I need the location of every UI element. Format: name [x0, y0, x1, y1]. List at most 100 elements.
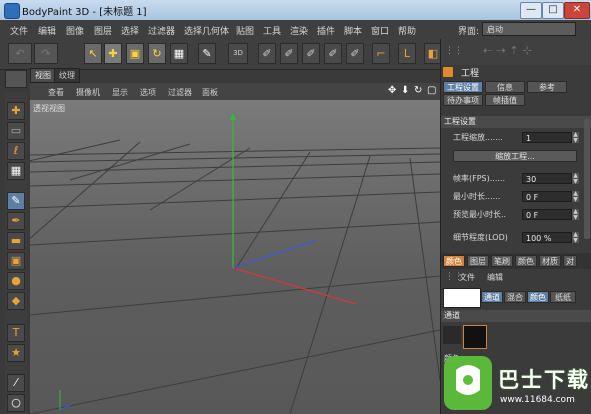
sponge-icon[interactable]: ○	[7, 394, 25, 412]
vp-menu-options[interactable]: 选项	[140, 87, 156, 98]
move-icon[interactable]: ✚	[104, 43, 122, 64]
stamp-icon[interactable]: T	[7, 324, 25, 342]
project-scale-input[interactable]: 1	[522, 132, 572, 143]
stepper-icon[interactable]: ▲ ▼	[572, 209, 579, 221]
star-icon[interactable]: ★	[7, 344, 25, 362]
menu-script[interactable]: 脚本	[344, 24, 362, 37]
min-time-input[interactable]: 0 F	[522, 191, 572, 202]
menu-help[interactable]: 帮助	[398, 24, 416, 37]
menu-render[interactable]: 渲染	[290, 24, 308, 37]
tab-color[interactable]: 颜色	[443, 255, 465, 267]
stepper-icon[interactable]: ▲ ▼	[572, 173, 579, 185]
color-menu-file[interactable]: 文件	[459, 272, 475, 283]
layout-select[interactable]: 启动	[482, 22, 576, 36]
perspective-viewport[interactable]: 透视视图	[30, 100, 440, 414]
blend-tab[interactable]: 混合	[504, 291, 526, 303]
paper-tab[interactable]: 纸纸	[550, 291, 576, 303]
menu-select[interactable]: 选择	[121, 24, 139, 37]
brush-icon[interactable]: ✐	[302, 43, 320, 64]
menu-image[interactable]: 图像	[66, 24, 84, 37]
vp-menu-view[interactable]: 查看	[48, 87, 64, 98]
undo-icon[interactable]: ↶	[8, 43, 32, 64]
checker-icon[interactable]: ▦	[7, 162, 25, 180]
fill-icon[interactable]: ▣	[7, 252, 25, 270]
dolly-icon[interactable]: ⬇	[401, 85, 409, 96]
close-button[interactable]: ✕	[564, 2, 590, 19]
bodypaint-3d-icon[interactable]: 3D	[228, 43, 248, 64]
tab-view[interactable]: 视图	[30, 68, 56, 83]
viewport-menu: 查看 摄像机 显示 选项 过滤器 面板 ✥ ⬇ ↻ ▢	[30, 83, 440, 101]
menu-select-geometry[interactable]: 选择几何体	[184, 24, 229, 37]
eraser-icon[interactable]: ▬	[7, 232, 25, 250]
pen-icon[interactable]: ✒	[7, 212, 25, 230]
brush-icon[interactable]: ✐	[280, 43, 298, 64]
vp-menu-camera[interactable]: 摄像机	[76, 87, 100, 98]
vp-menu-panel[interactable]: 面板	[202, 87, 218, 98]
tab-materials[interactable]: 材质	[539, 255, 561, 267]
maximize-view-icon[interactable]: ▢	[427, 85, 436, 96]
color-menu-edit[interactable]: 编辑	[487, 272, 503, 283]
panel-tools-icon[interactable]: ⇠⇢⇡⊹	[483, 44, 536, 57]
menu-file[interactable]: 文件	[10, 24, 28, 37]
brush-icon[interactable]: ⌐	[372, 43, 390, 64]
project-icon	[443, 67, 453, 77]
lod-row: 细节程度(LOD) 100 % ▲ ▼	[441, 231, 586, 244]
minimize-button[interactable]: —	[520, 2, 542, 19]
menu-filter[interactable]: 过滤器	[148, 24, 175, 37]
scale-icon[interactable]: ▣	[126, 43, 144, 64]
lasso-icon[interactable]: ℓ	[7, 142, 25, 160]
layout-label: 界面:	[458, 27, 480, 37]
tab-brushes[interactable]: 笔刷	[491, 255, 513, 267]
menu-edit[interactable]: 编辑	[38, 24, 56, 37]
stepper-icon[interactable]: ▲ ▼	[572, 191, 579, 203]
checker-icon[interactable]: ▦	[170, 43, 188, 64]
tab-object[interactable]: 对	[563, 255, 577, 267]
lod-input[interactable]: 100 %	[522, 232, 572, 243]
move-icon[interactable]: ✚	[7, 102, 25, 120]
stepper-icon[interactable]: ▲ ▼	[572, 232, 579, 244]
stepper-icon[interactable]: ▲ ▼	[572, 132, 579, 144]
menu-layer[interactable]: 图层	[94, 24, 112, 37]
tab-project-settings[interactable]: 工程设置	[443, 81, 483, 93]
tab-layers[interactable]: 图层	[467, 255, 489, 267]
fps-input[interactable]: 30	[522, 173, 572, 184]
brush-icon[interactable]: ✎	[7, 192, 25, 210]
tab-info[interactable]: 信息	[485, 81, 525, 93]
rotate-icon[interactable]: ↻	[148, 43, 166, 64]
color-swatch[interactable]	[443, 288, 481, 308]
paint-setup-icon[interactable]: ✎	[198, 43, 216, 64]
move-arrow-icon[interactable]: ↖	[84, 43, 102, 64]
color-tab[interactable]: 颜色	[527, 291, 549, 303]
rotate-view-icon[interactable]: ↻	[414, 85, 422, 96]
properties-header: 工程	[461, 69, 480, 79]
maximize-button[interactable]: □	[542, 2, 564, 19]
drop-icon[interactable]: ●	[7, 272, 25, 290]
panel-toolbar: ⋮⋮ ⇠⇢⇡⊹	[441, 39, 591, 65]
tab-todo[interactable]: 待办事项	[443, 94, 483, 106]
tab-colors[interactable]: 颜色	[515, 255, 537, 267]
brush-icon[interactable]: ✐	[324, 43, 342, 64]
section-project-settings: 工程设置	[441, 116, 591, 128]
channel-tab[interactable]: 通道	[481, 291, 503, 303]
menu-window[interactable]: 窗口	[371, 24, 389, 37]
select-rect-icon[interactable]: ▭	[7, 122, 25, 140]
menu-texture[interactable]: 贴图	[236, 24, 254, 37]
brush-icon[interactable]: ✐	[258, 43, 276, 64]
smudge-icon[interactable]: ◆	[7, 292, 25, 310]
navigate-icon[interactable]: ✥	[388, 85, 396, 96]
scale-project-button[interactable]: 缩放工程...	[453, 150, 577, 162]
redo-icon[interactable]: ↷	[34, 43, 58, 64]
vp-menu-display[interactable]: 显示	[112, 87, 128, 98]
tool-strip-toggle[interactable]	[5, 70, 27, 88]
tab-texture[interactable]: 纹理	[54, 68, 80, 83]
menu-plugins[interactable]: 插件	[317, 24, 335, 37]
tab-reference[interactable]: 参考	[527, 81, 567, 93]
menu-tools[interactable]: 工具	[263, 24, 281, 37]
preview-min-input[interactable]: 0 F	[522, 209, 572, 220]
brush-icon[interactable]: ✐	[346, 43, 364, 64]
properties-scrollbar[interactable]	[584, 119, 590, 239]
vp-menu-filter[interactable]: 过滤器	[168, 87, 192, 98]
tab-interpolation[interactable]: 帧插值	[485, 94, 525, 106]
uv-corner-icon[interactable]: L	[398, 43, 416, 64]
picker-icon[interactable]: ⁄	[7, 374, 25, 392]
